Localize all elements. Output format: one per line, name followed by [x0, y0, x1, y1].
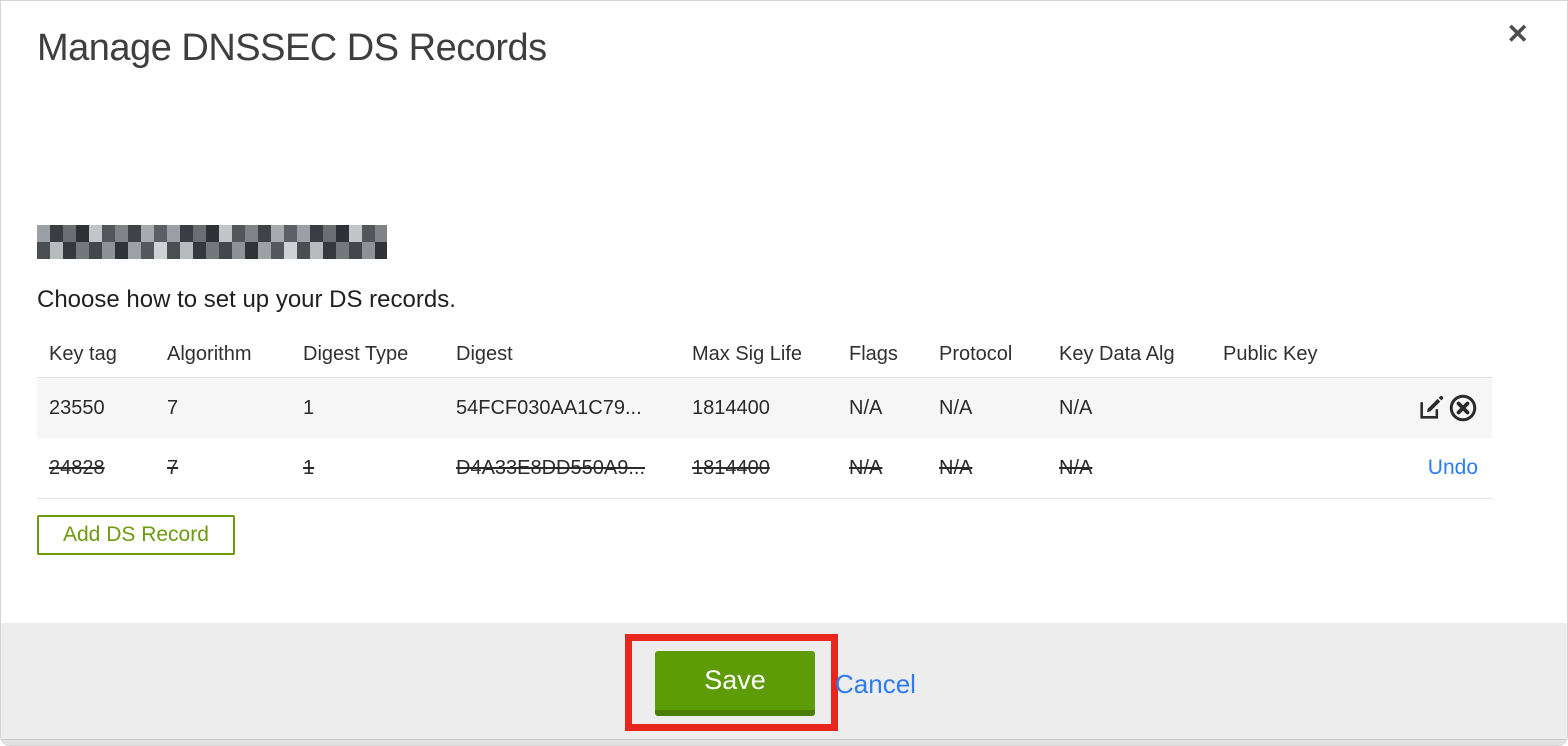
table-cell: Undo	[1211, 456, 1492, 480]
table-body: 23550 7 1 54FCF030AA1C79... 1814400 N/A N/A N/A…	[37, 377, 1492, 499]
column-header: Key Data Alg	[1059, 342, 1175, 365]
column-header: Digest Type	[303, 342, 409, 365]
table-cell: N/A	[1047, 457, 1211, 480]
cell-value: 1	[303, 456, 315, 479]
table-cell: 7	[155, 457, 291, 480]
table-cell: 54FCF030AA1C79...	[444, 397, 680, 420]
dialog-title: Manage DNSSEC DS Records	[37, 27, 547, 69]
table-row: 24828 7 1 D4A33E8DD550A9... 1814400 N/A N/A N/A…	[37, 438, 1492, 499]
redaction-pixels	[37, 242, 387, 259]
table-cell: D4A33E8DD550A9...	[444, 457, 680, 480]
delete-icon[interactable]	[1448, 393, 1478, 423]
table-cell	[1211, 393, 1492, 423]
table-cell: 7	[155, 397, 291, 420]
add-ds-record-button[interactable]: Add DS Record	[37, 515, 235, 555]
ds-records-table: Key tag Algorithm Digest Type Digest Max Sig…	[37, 331, 1492, 499]
table-cell: 1814400	[680, 457, 837, 480]
table-cell: 24828	[37, 457, 155, 480]
table-header-row: Key tag Algorithm Digest Type Digest Max Sig…	[37, 331, 1492, 377]
table-cell: N/A	[1047, 397, 1211, 420]
cell-value: 24828	[49, 456, 105, 479]
instruction-text: Choose how to set up your DS records.	[37, 286, 456, 313]
column-header: Algorithm	[167, 342, 252, 365]
modal-bottom-edge	[1, 739, 1567, 745]
close-icon[interactable]: ✕	[1506, 21, 1529, 48]
redacted-domain	[37, 225, 387, 259]
column-header: Public Key	[1223, 342, 1318, 365]
undo-link[interactable]: Undo	[1428, 456, 1478, 480]
table-cell: N/A	[927, 397, 1047, 420]
cell-value: N/A	[1059, 396, 1093, 419]
cell-value: 7	[167, 456, 179, 479]
column-header: Digest	[456, 342, 513, 365]
cell-value: 7	[167, 396, 179, 419]
table-cell: 1	[291, 457, 444, 480]
cell-value: N/A	[939, 396, 973, 419]
cell-value: N/A	[939, 456, 973, 479]
table-cell: 23550	[37, 397, 155, 420]
save-button[interactable]: Save	[655, 651, 815, 716]
cell-value: 1814400	[692, 456, 770, 479]
table-cell: N/A	[837, 397, 927, 420]
column-header: Flags	[849, 342, 898, 365]
cell-value: N/A	[849, 396, 883, 419]
cell-value: N/A	[1059, 456, 1093, 479]
column-header: Protocol	[939, 342, 1013, 365]
row-actions	[1417, 393, 1478, 423]
table-row: 23550 7 1 54FCF030AA1C79... 1814400 N/A N/A N/A	[37, 377, 1492, 438]
table-cell: 1814400	[680, 397, 837, 420]
table-cell: N/A	[837, 457, 927, 480]
manage-dnssec-dialog: Manage DNSSEC DS Records ✕ Choose how to…	[0, 0, 1568, 746]
cell-value: 23550	[49, 396, 105, 419]
row-actions: Undo	[1428, 456, 1478, 480]
edit-icon[interactable]	[1417, 394, 1445, 422]
cell-value: D4A33E8DD550A9...	[456, 456, 646, 479]
cell-value: 1814400	[692, 396, 770, 419]
column-header: Max Sig Life	[692, 342, 803, 365]
cell-value: 54FCF030AA1C79...	[456, 396, 642, 419]
cancel-link[interactable]: Cancel	[835, 669, 916, 700]
table-cell: 1	[291, 397, 444, 420]
column-header: Key tag	[49, 342, 117, 365]
redaction-pixels	[37, 225, 387, 242]
cell-value: 1	[303, 396, 315, 419]
table-cell: N/A	[927, 457, 1047, 480]
cell-value: N/A	[849, 456, 883, 479]
